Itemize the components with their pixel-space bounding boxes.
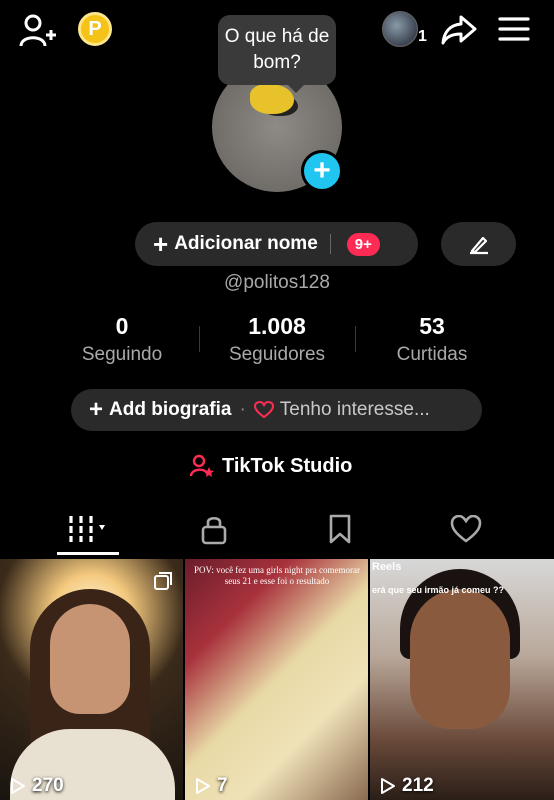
stat-following[interactable]: 0 Seguindo (42, 313, 202, 366)
tab-videos[interactable] (60, 505, 120, 553)
view-count: 7 (195, 775, 228, 797)
profile-stats: 0 Seguindo 1.008 Seguidores 53 Curtidas (0, 313, 554, 367)
stat-value: 1.008 (248, 313, 306, 339)
divider (329, 234, 331, 254)
pencil-icon (469, 236, 488, 255)
add-friend-icon[interactable] (18, 12, 58, 50)
tab-saved[interactable] (310, 505, 370, 553)
view-count-value: 7 (217, 775, 228, 796)
menu-icon[interactable] (496, 14, 532, 44)
thumbnail-image (50, 604, 130, 714)
view-count: 212 (380, 775, 434, 797)
tab-private[interactable] (184, 505, 244, 553)
view-count-value: 212 (402, 775, 434, 796)
share-icon[interactable] (440, 12, 478, 48)
stat-likes[interactable]: 53 Curtidas (352, 313, 512, 366)
stat-label: Seguindo (81, 344, 163, 365)
stat-label: Seguidores (228, 344, 326, 365)
play-icon (11, 778, 25, 794)
stat-value: 0 (115, 313, 129, 339)
video-caption: erá que seu irmão já comeu ?? (372, 585, 505, 595)
heart-icon (450, 515, 482, 543)
plus-icon: + (89, 396, 104, 423)
stat-value: 53 (419, 313, 445, 339)
video-caption: POV: você fez uma girls night pra comemo… (193, 565, 361, 586)
view-count: 270 (10, 775, 64, 797)
multi-image-icon (154, 572, 172, 590)
heart-icon (253, 401, 274, 419)
add-name-label: Adicionar nome (174, 233, 318, 254)
coin-icon[interactable]: P (78, 12, 112, 46)
play-icon (381, 778, 395, 794)
story-tooltip[interactable]: O que há de bom? (218, 15, 336, 93)
play-icon (196, 778, 210, 794)
bookmark-icon (329, 514, 351, 544)
edit-profile-button[interactable] (441, 222, 516, 266)
add-bio-button[interactable]: + Add biografia · Tenho interesse... (71, 389, 482, 431)
video-thumbnail[interactable]: Reels erá que seu irmão já comeu ?? 212 (370, 559, 554, 800)
add-photo-button[interactable]: + (301, 150, 343, 192)
content-tabs (0, 505, 554, 557)
video-thumbnail[interactable]: 270 (0, 559, 183, 800)
active-tab-indicator (57, 552, 119, 555)
notification-badge: 9+ (346, 232, 380, 256)
video-grid: 270 POV: você fez uma girls night pra co… (0, 559, 554, 800)
video-thumbnail[interactable]: POV: você fez uma girls night pra comemo… (185, 559, 368, 800)
separator: · (239, 399, 246, 420)
add-bio-label: Add biografia (109, 399, 232, 420)
stat-label: Curtidas (396, 344, 468, 365)
lock-icon (201, 516, 227, 545)
plus-icon: + (153, 229, 169, 259)
account-count: 1 (418, 28, 427, 45)
stat-followers[interactable]: 1.008 Seguidores (197, 313, 357, 366)
studio-label: TikTok Studio (222, 454, 353, 477)
reels-tag: Reels (372, 561, 402, 573)
thumbnail-image (410, 589, 510, 729)
grid-icon (69, 516, 105, 542)
tiktok-studio-link[interactable]: TikTok Studio (190, 452, 352, 480)
view-count-value: 270 (32, 775, 64, 796)
username: @politos128 (224, 272, 330, 293)
interest-label: Tenho interesse... (279, 399, 430, 420)
tab-liked[interactable] (436, 505, 496, 553)
account-switch-avatar[interactable] (382, 11, 418, 47)
add-name-button[interactable]: + Adicionar nome 9+ (135, 222, 418, 266)
studio-icon (190, 454, 214, 477)
